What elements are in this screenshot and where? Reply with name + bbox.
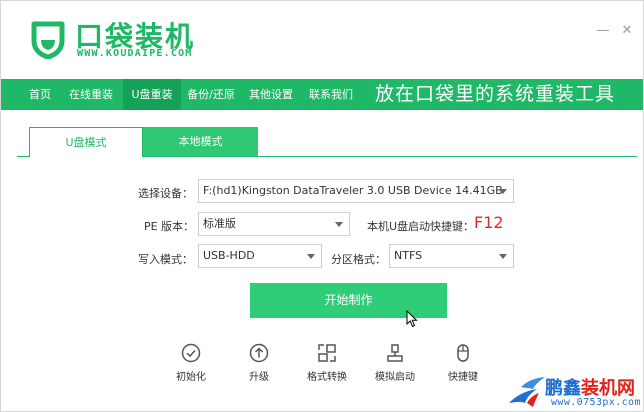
partition-format-label: 分区格式： — [331, 253, 386, 266]
device-select-value: F:(hd1)Kingston DataTraveler 3.0 USB Dev… — [203, 184, 503, 197]
window-controls: — ✕ — [595, 23, 635, 39]
tool-simulate-boot[interactable]: 模拟启动 — [368, 343, 422, 383]
tool-label: 升级 — [249, 372, 269, 383]
chevron-down-icon — [335, 222, 343, 227]
device-select[interactable]: F:(hd1)Kingston DataTraveler 3.0 USB Dev… — [198, 179, 514, 203]
pocket-logo-icon — [31, 21, 65, 59]
nav-item-usb-reinstall[interactable]: U盘重装 — [123, 79, 181, 110]
chevron-down-icon — [499, 189, 507, 194]
pe-version-value: 标准版 — [203, 217, 236, 230]
tool-label: 初始化 — [176, 372, 206, 383]
tool-format-convert[interactable]: 格式转换 — [300, 343, 354, 383]
close-icon[interactable]: ✕ — [619, 23, 635, 39]
write-mode-value: USB-HDD — [203, 249, 255, 262]
chevron-down-icon — [499, 254, 507, 259]
watermark-title-blue: 鹏鑫 — [545, 378, 581, 399]
mouse-cursor-icon — [406, 310, 418, 328]
nav-item-contact[interactable]: 联系我们 — [303, 79, 359, 110]
main-nav: 首页 在线重装 U盘重装 备份/还原 其他设置 联系我们 放在口袋里的系统重装工… — [1, 79, 643, 110]
nav-slogan: 放在口袋里的系统重装工具 — [375, 83, 616, 105]
tab-divider — [143, 156, 637, 157]
tab-divider-left — [17, 156, 29, 157]
tool-label: 模拟启动 — [375, 372, 415, 383]
partition-format-value: NTFS — [394, 249, 423, 262]
nav-item-online-reinstall[interactable]: 在线重装 — [63, 79, 119, 110]
chevron-down-icon — [307, 254, 315, 259]
pe-version-select[interactable]: 标准版 — [198, 212, 350, 236]
app-header: 口袋装机 WWW.KOUDAIPE.COM — ✕ — [1, 1, 643, 79]
partition-format-select[interactable]: NTFS — [389, 244, 514, 268]
nav-item-home[interactable]: 首页 — [19, 79, 61, 110]
nav-item-backup-restore[interactable]: 备份/还原 — [183, 79, 239, 110]
tab-usb-mode[interactable]: U盘模式 — [29, 127, 143, 157]
watermark-url: www.0753px.com — [551, 397, 641, 408]
arrow-up-circle-icon — [249, 343, 269, 363]
convert-icon — [318, 344, 336, 362]
tool-label: 格式转换 — [307, 372, 347, 383]
tab-local-mode[interactable]: 本地模式 — [143, 127, 258, 157]
minimize-icon[interactable]: — — [595, 23, 611, 39]
tool-hotkey[interactable]: 快捷键 — [436, 343, 490, 383]
app-window: 口袋装机 WWW.KOUDAIPE.COM — ✕ 首页 在线重装 U盘重装 备… — [0, 0, 644, 412]
mouse-icon — [457, 344, 469, 362]
hotkey-label: 本机U盘启动快捷键： — [367, 220, 475, 233]
device-label: 选择设备： — [138, 187, 193, 200]
hotkey-value: F12 — [474, 213, 504, 232]
tool-initialize[interactable]: 初始化 — [164, 343, 218, 383]
tool-label: 快捷键 — [448, 372, 478, 383]
nav-item-other-settings[interactable]: 其他设置 — [243, 79, 299, 110]
write-mode-select[interactable]: USB-HDD — [198, 244, 322, 268]
boot-simulate-icon — [387, 344, 403, 362]
pe-version-label: PE 版本： — [144, 220, 195, 233]
tool-upgrade[interactable]: 升级 — [232, 343, 286, 383]
brand-url: WWW.KOUDAIPE.COM — [77, 48, 193, 59]
watermark-title-red: 装机网 — [581, 378, 635, 399]
site-watermark: 鹏鑫装机网 www.0753px.com — [507, 373, 644, 412]
eagle-logo-icon — [509, 377, 545, 407]
write-mode-label: 写入模式： — [138, 253, 193, 266]
check-circle-icon — [181, 343, 201, 363]
